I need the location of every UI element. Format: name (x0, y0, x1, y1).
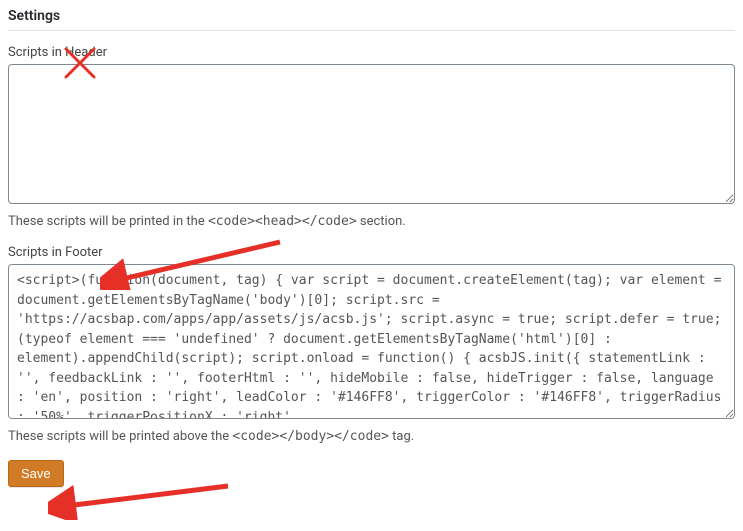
scripts-footer-label: Scripts in Footer (8, 245, 735, 260)
helper-code: <code><head></code> (208, 214, 357, 229)
scripts-footer-input[interactable] (8, 264, 735, 419)
scripts-footer-helper: These scripts will be printed above the … (8, 429, 735, 444)
helper-text: These scripts will be printed above the (8, 429, 232, 444)
arrow-icon (48, 472, 238, 520)
scripts-header-input[interactable] (8, 64, 735, 204)
scripts-header-label: Scripts in Header (8, 45, 735, 60)
scripts-header-section: Scripts in Header These scripts will be … (8, 45, 735, 229)
scripts-header-helper: These scripts will be printed in the <co… (8, 214, 735, 229)
helper-text: tag. (389, 429, 414, 444)
helper-text: section. (357, 214, 406, 229)
page-title: Settings (8, 8, 735, 24)
scripts-footer-section: Scripts in Footer These scripts will be … (8, 245, 735, 444)
save-button[interactable]: Save (8, 460, 64, 487)
helper-code: <code></body></code> (232, 429, 389, 444)
divider (8, 30, 735, 31)
helper-text: These scripts will be printed in the (8, 214, 208, 229)
